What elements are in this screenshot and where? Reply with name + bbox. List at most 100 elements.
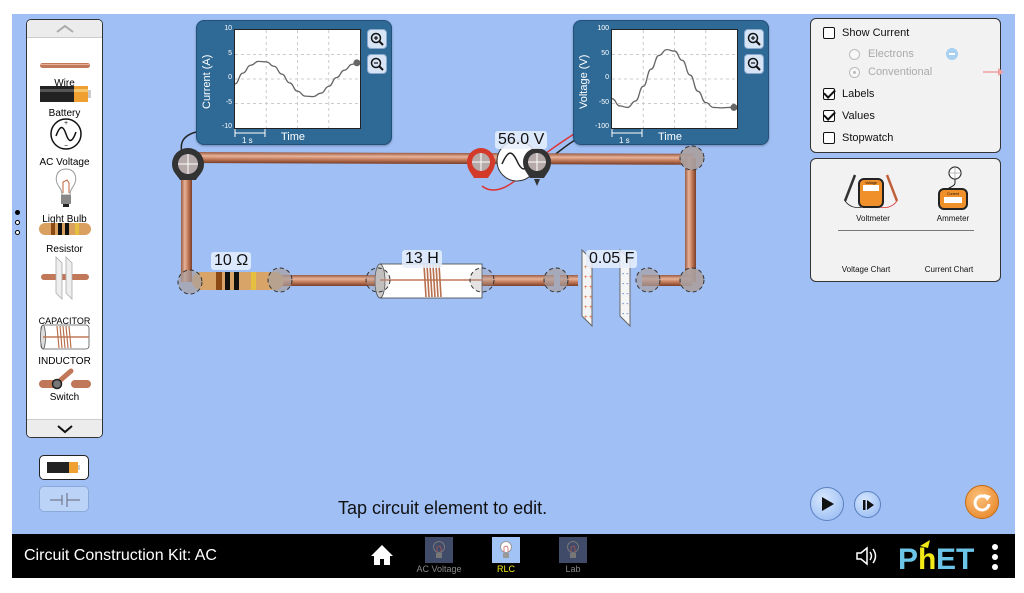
inductor[interactable] [374,263,483,299]
conventional-radio[interactable]: Conventional [849,66,1004,78]
screen-tab-label: RLC [496,564,515,574]
junction[interactable] [679,145,705,171]
svg-text:+ +: + + [584,315,593,321]
voltage-chart-panel[interactable]: 100 50 0 -50 -100 Voltage (V) 1 s Time [573,20,769,145]
voltmeter-black-probe[interactable] [523,148,551,186]
electrons-radio[interactable]: Electrons [849,48,958,60]
voltage-chart-scale-label: 1 s [619,136,630,145]
step-forward-icon [862,499,874,510]
svg-text:- -: - - [622,301,629,308]
checkbox-box [823,132,835,144]
voltage-chart-xlabel: Time [658,131,683,143]
voltmeter-icon[interactable]: Voltage [841,171,901,213]
reset-icon [973,494,991,512]
voltmeter-red-probe[interactable] [467,148,495,178]
ac-source-value-label: 56.0 V [495,131,548,149]
phet-logo[interactable]: P h ET [898,540,978,574]
step-forward-button[interactable] [854,491,881,518]
voltage-chart-ylabel: Voltage (V) [578,54,590,109]
play-area: Wire Battery + − AC Voltage Light Bulb R… [12,14,1015,534]
svg-text:- -: - - [622,281,629,288]
labels-checkbox[interactable]: Labels [823,88,874,100]
display-options-panel: Show Current Electrons Conventional Labe… [810,18,1004,153]
junction[interactable] [543,267,569,293]
values-label: Values [842,110,875,122]
svg-text:P: P [898,543,918,574]
kebab-menu-icon [992,544,998,570]
ammeter-icon[interactable]: Current [937,165,969,213]
junction[interactable] [365,267,391,293]
junction[interactable] [635,267,661,293]
screen-tab-ac-voltage[interactable]: AC Voltage [416,534,462,578]
voltage-chart-plot [611,29,738,129]
voltage-tick-100: 100 [597,25,609,32]
junction[interactable] [469,267,495,293]
values-checkbox[interactable]: Values [823,110,875,122]
current-chart-tool[interactable]: Current Chart [914,265,984,274]
current-chart-scale-label: 1 s [242,136,253,145]
screen-tab-label: AC Voltage [416,564,462,574]
electron-icon [946,48,958,60]
current-chart-plot [234,29,361,129]
ammeter-probe[interactable] [172,148,204,180]
wire-resistor-inductor[interactable] [280,275,380,286]
voltmeter-screen-label: Voltage [865,181,877,185]
electrons-label: Electrons [868,48,914,60]
voltage-zoom-in-button[interactable] [744,29,764,49]
ammeter-label: Ammeter [936,214,970,223]
svg-text:+ +: + + [584,305,593,311]
right-wire[interactable] [685,158,696,282]
current-tick-neg10: -10 [221,123,232,130]
play-icon [822,497,834,511]
home-icon [371,545,393,565]
voltage-chart-current-point [730,103,738,111]
zoom-in-icon [747,32,761,46]
voltage-chart-svg [611,30,738,128]
ammeter-screen-label: Current [947,192,959,196]
current-chart-panel[interactable]: 10 5 0 -5 -10 Current (A) 1 s Time [196,20,392,145]
ac-voltage-screen-icon [425,537,453,563]
checkbox-box [823,88,835,100]
stopwatch-checkbox[interactable]: Stopwatch [823,132,893,144]
light-bulb-icon [567,541,579,558]
light-bulb-icon [433,541,445,558]
sound-toggle-button[interactable] [855,545,881,567]
voltage-zoom-out-button[interactable] [744,54,764,74]
stopwatch-label: Stopwatch [842,132,894,144]
voltage-chart-tool[interactable]: Voltage Chart [831,265,901,274]
light-bulb-icon [500,541,512,558]
svg-text:- -: - - [622,311,629,318]
svg-text:+ +: + + [584,295,593,301]
home-button[interactable] [370,544,394,566]
arrow-right-icon [983,68,1004,76]
screen-tab-lab[interactable]: Lab [552,534,594,578]
junction[interactable] [679,267,705,293]
checkbox-box [823,110,835,122]
show-current-checkbox[interactable]: Show Current [823,27,909,39]
inductor-value-label: 13 H [402,250,442,268]
rlc-screen-icon [492,537,520,563]
divider [838,230,974,231]
current-zoom-out-button[interactable] [367,54,387,74]
junction[interactable] [177,269,203,295]
current-chart-current-point [353,59,361,67]
play-pause-button[interactable] [810,487,844,521]
zoom-out-icon [747,57,761,71]
lab-screen-icon [559,537,587,563]
reset-all-button[interactable] [965,485,999,519]
junction[interactable] [267,267,293,293]
radio-button [849,48,860,60]
hint-text: Tap circuit element to edit. [338,498,548,518]
svg-text:+ +: + + [584,285,593,291]
voltmeter-label: Voltmeter [856,214,890,223]
screen-tab-rlc[interactable]: RLC [485,534,527,578]
resistor-value-label: 10 Ω [211,252,252,270]
options-menu-button[interactable] [990,542,1000,572]
capacitor-value-label: 0.05 F [586,250,638,268]
sensor-toolbox-panel: Voltage Voltmeter Current Ammeter Voltag… [810,158,1001,282]
current-zoom-in-button[interactable] [367,29,387,49]
top-wire[interactable] [183,152,694,165]
zoom-in-icon [370,32,384,46]
current-tick-10: 10 [224,25,232,32]
svg-text:- -: - - [622,271,629,278]
